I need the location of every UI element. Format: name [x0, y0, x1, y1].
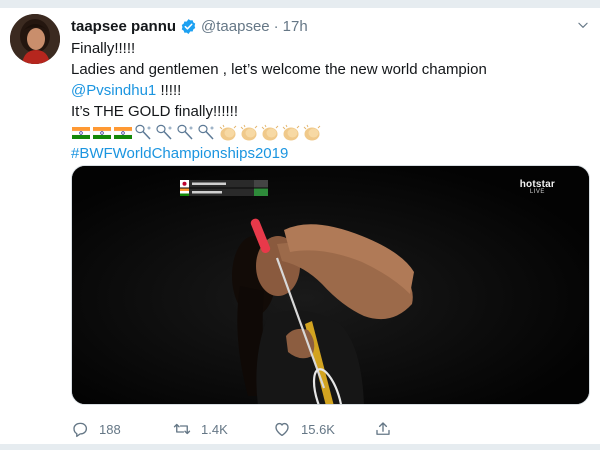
tweet-media-image[interactable]: hotstar LIVE: [71, 165, 590, 405]
clapping-hands-icon: [239, 124, 259, 142]
verified-badge-icon: [180, 18, 197, 35]
emoji-row: [71, 122, 591, 143]
top-divider: [0, 0, 600, 8]
clapping-hands-icon: [260, 124, 280, 142]
share-button[interactable]: [374, 420, 402, 438]
mention-link[interactable]: @Pvsindhu1: [71, 82, 156, 99]
author-name[interactable]: taapsee pannu: [71, 18, 176, 35]
tweet-header: taapsee pannu @taapsee · 17h: [71, 15, 308, 37]
retweet-icon: [173, 423, 191, 435]
reply-button[interactable]: 188: [71, 420, 121, 438]
reply-icon: [73, 422, 88, 438]
badminton-icon: [176, 124, 196, 142]
flag-india-icon: [92, 124, 112, 142]
chevron-down-icon[interactable]: [576, 18, 590, 32]
tweet-line-4: It’s THE GOLD finally!!!!!!: [71, 103, 238, 120]
clapping-hands-icon: [281, 124, 301, 142]
badminton-icon: [197, 124, 217, 142]
reply-count: 188: [99, 421, 121, 437]
tweet-line-3: @Pvsindhu1 !!!!!: [71, 80, 591, 101]
hashtag-link[interactable]: #BWFWorldChampionships2019: [71, 145, 288, 162]
badminton-icon: [155, 124, 175, 142]
broadcaster-logo: hotstar LIVE: [520, 179, 555, 195]
share-icon: [376, 422, 390, 435]
tweet-actions: 188 1.4K 15.6K: [71, 420, 491, 442]
hashtag-line: #BWFWorldChampionships2019: [71, 143, 591, 164]
retweet-button[interactable]: 1.4K: [173, 420, 228, 438]
tweet-timestamp[interactable]: 17h: [283, 18, 308, 35]
scoreboard-overlay: [180, 180, 268, 196]
tweet-line-2: Ladies and gentlemen , let’s welcome the…: [71, 61, 487, 78]
tweet-line-1: Finally!!!!!: [71, 40, 136, 57]
avatar[interactable]: [10, 14, 60, 64]
clapping-hands-icon: [302, 124, 322, 142]
author-handle[interactable]: @taapsee: [201, 18, 270, 35]
clapping-hands-icon: [218, 124, 238, 142]
flag-india-icon: [71, 124, 91, 142]
bottom-divider: [0, 444, 600, 450]
like-button[interactable]: 15.6K: [273, 420, 335, 438]
header-separator: ·: [273, 17, 279, 35]
tweet-text: Finally!!!!! Ladies and gentlemen , let’…: [71, 38, 591, 164]
badminton-icon: [134, 124, 154, 142]
like-count: 15.6K: [301, 421, 335, 437]
retweet-count: 1.4K: [201, 421, 228, 437]
mention-suffix: !!!!!: [156, 82, 182, 99]
player-photo: [72, 166, 589, 404]
heart-icon: [275, 422, 289, 437]
flag-india-icon: [113, 124, 133, 142]
